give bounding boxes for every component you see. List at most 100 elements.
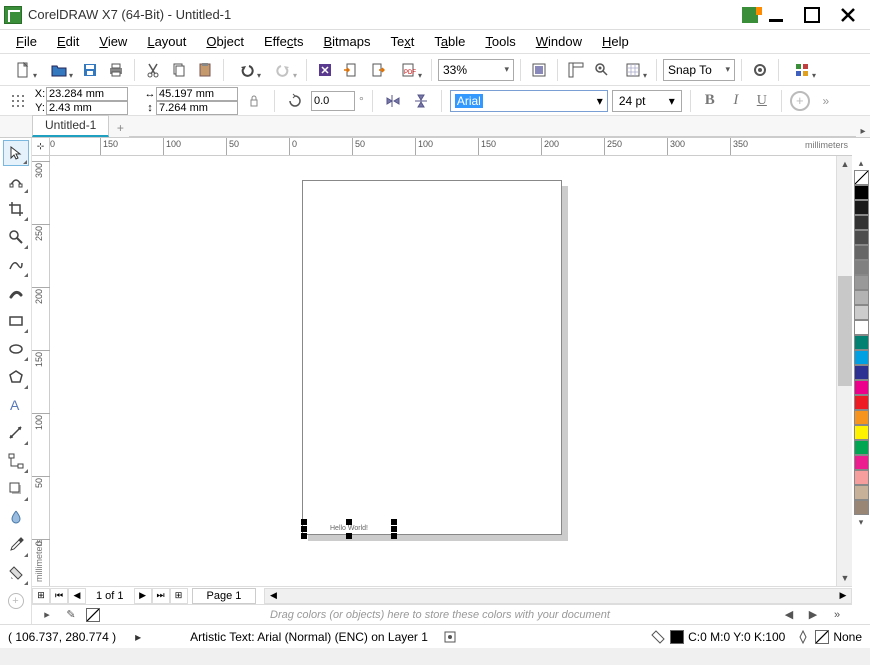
horizontal-ruler[interactable]: millimeters 2001501005005010015020025030… xyxy=(50,138,852,156)
scroll-left-button[interactable]: ◀ xyxy=(265,589,281,603)
add-page-button[interactable]: ⊞ xyxy=(32,588,50,604)
transparency-tool[interactable] xyxy=(3,504,29,530)
quick-customize-button[interactable]: + xyxy=(3,588,29,614)
menu-view[interactable]: View xyxy=(91,32,135,51)
cut-button[interactable] xyxy=(141,58,165,82)
outline-indicator[interactable]: None xyxy=(795,629,862,645)
overflow-button[interactable]: » xyxy=(814,89,838,113)
scroll-thumb[interactable] xyxy=(838,276,852,386)
snap-to-combo[interactable]: Snap To▾ xyxy=(663,59,735,81)
width-input[interactable] xyxy=(156,87,238,101)
show-guidelines-button[interactable] xyxy=(616,58,650,82)
selected-text-object[interactable]: Hello World! xyxy=(304,522,394,536)
show-grid-button[interactable] xyxy=(590,58,614,82)
color-swatch[interactable] xyxy=(854,215,869,230)
color-swatch[interactable] xyxy=(854,290,869,305)
italic-button[interactable]: I xyxy=(725,90,747,112)
color-swatch[interactable] xyxy=(854,335,869,350)
panel-toggle-arrow[interactable]: ▸ xyxy=(856,126,870,137)
scroll-up-button[interactable]: ▲ xyxy=(837,156,852,172)
vertical-ruler[interactable]: millimeters 300250200150100500 xyxy=(32,156,50,586)
selection-handle[interactable] xyxy=(301,526,307,532)
selection-handle[interactable] xyxy=(301,533,307,539)
copy-button[interactable] xyxy=(167,58,191,82)
selection-handle[interactable] xyxy=(391,519,397,525)
fill-indicator[interactable]: C:0 M:0 Y:0 K:100 xyxy=(650,629,785,645)
page-tab[interactable]: Page 1 xyxy=(192,588,257,604)
menu-edit[interactable]: Edit xyxy=(49,32,87,51)
export-button[interactable] xyxy=(365,58,389,82)
shape-tool[interactable] xyxy=(3,168,29,194)
interactive-fill-tool[interactable] xyxy=(3,560,29,586)
no-fill-swatch[interactable] xyxy=(854,170,869,185)
font-size-combo[interactable]: 24 pt▾ xyxy=(612,90,682,112)
menu-table[interactable]: Table xyxy=(426,32,473,51)
menu-effects[interactable]: Effects xyxy=(256,32,312,51)
color-swatch[interactable] xyxy=(854,185,869,200)
ruler-origin[interactable]: ⊹ xyxy=(32,138,50,156)
color-swatch[interactable] xyxy=(854,470,869,485)
publish-pdf-button[interactable]: PDF xyxy=(391,58,425,82)
selection-handle[interactable] xyxy=(391,526,397,532)
selection-handle[interactable] xyxy=(346,519,352,525)
mirror-vertical-button[interactable] xyxy=(409,89,433,113)
selection-handle[interactable] xyxy=(391,533,397,539)
color-swatch[interactable] xyxy=(854,500,869,515)
pick-tool[interactable] xyxy=(3,140,29,166)
color-swatch[interactable] xyxy=(854,395,869,410)
palette-scroll-right[interactable]: ▶ xyxy=(804,607,822,623)
eyedropper-tool[interactable] xyxy=(3,532,29,558)
menu-bitmaps[interactable]: Bitmaps xyxy=(315,32,378,51)
prev-page-button[interactable]: ◀ xyxy=(68,588,86,604)
undo-button[interactable] xyxy=(230,58,264,82)
rectangle-tool[interactable] xyxy=(3,308,29,334)
app-launcher-button[interactable] xyxy=(785,58,819,82)
color-swatch[interactable] xyxy=(854,365,869,380)
rotation-input[interactable] xyxy=(311,91,355,111)
scroll-down-button[interactable]: ▼ xyxy=(837,570,852,586)
crop-tool[interactable] xyxy=(3,196,29,222)
save-button[interactable] xyxy=(78,58,102,82)
zoom-combo[interactable]: 33%▾ xyxy=(438,59,514,81)
first-page-button[interactable]: ⏮ xyxy=(50,588,68,604)
show-rulers-button[interactable] xyxy=(564,58,588,82)
paste-button[interactable] xyxy=(193,58,217,82)
open-button[interactable] xyxy=(42,58,76,82)
fullscreen-preview-button[interactable] xyxy=(527,58,551,82)
redo-button[interactable] xyxy=(266,58,300,82)
color-swatch[interactable] xyxy=(854,485,869,500)
y-position-input[interactable] xyxy=(46,101,128,115)
freehand-tool[interactable] xyxy=(3,252,29,278)
artistic-media-tool[interactable] xyxy=(3,280,29,306)
search-content-button[interactable] xyxy=(313,58,337,82)
color-swatch[interactable] xyxy=(854,260,869,275)
color-swatch[interactable] xyxy=(854,305,869,320)
menu-text[interactable]: Text xyxy=(382,32,422,51)
mirror-horizontal-button[interactable] xyxy=(381,89,405,113)
import-button[interactable] xyxy=(339,58,363,82)
connector-tool[interactable] xyxy=(3,448,29,474)
new-document-tab-button[interactable]: + xyxy=(111,119,129,137)
add-page-after-button[interactable]: ⊞ xyxy=(170,588,188,604)
options-button[interactable] xyxy=(748,58,772,82)
color-swatch[interactable] xyxy=(854,380,869,395)
polygon-tool[interactable] xyxy=(3,364,29,390)
height-input[interactable] xyxy=(156,101,238,115)
menu-tools[interactable]: Tools xyxy=(477,32,523,51)
drawing-canvas[interactable]: Hello World! xyxy=(50,156,836,586)
color-swatch[interactable] xyxy=(854,350,869,365)
horizontal-scrollbar[interactable]: ◀ ▶ xyxy=(264,588,852,604)
font-family-combo[interactable]: Arial▾ xyxy=(450,90,608,112)
menu-layout[interactable]: Layout xyxy=(139,32,194,51)
last-page-button[interactable]: ⏭ xyxy=(152,588,170,604)
scroll-right-button[interactable]: ▶ xyxy=(835,589,851,603)
vertical-scrollbar[interactable]: ▲ ▼ xyxy=(836,156,852,586)
no-color-swatch[interactable] xyxy=(86,608,100,622)
connect-icon[interactable] xyxy=(742,7,758,23)
menu-file[interactable]: File xyxy=(8,32,45,51)
print-button[interactable] xyxy=(104,58,128,82)
palette-scroll-left[interactable]: ◀ xyxy=(780,607,798,623)
drop-shadow-tool[interactable] xyxy=(3,476,29,502)
text-tool[interactable]: A xyxy=(3,392,29,418)
selection-handle[interactable] xyxy=(346,533,352,539)
